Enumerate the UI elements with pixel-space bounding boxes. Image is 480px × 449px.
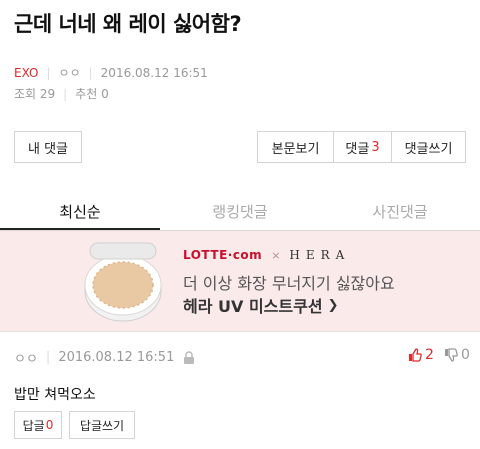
tab-ranking-label: 랭킹댓글 — [212, 202, 268, 221]
comment-date: 2016.08.12 16:51 — [58, 350, 175, 365]
ad-product-link[interactable]: 헤라 UV 미스트쿠션 ❯ — [183, 293, 338, 317]
tab-photo-label: 사진댓글 — [372, 202, 428, 221]
meta-divider: | — [45, 350, 51, 365]
view-post-button[interactable]: 본문보기 — [257, 131, 334, 163]
comment-author: ㅇㅇ — [14, 352, 38, 367]
write-reply-label: 답글쓰기 — [79, 418, 125, 433]
brand-separator: × — [271, 248, 281, 262]
tab-photo[interactable]: 사진댓글 — [320, 192, 480, 230]
hera-logo: HERA — [289, 248, 351, 262]
ad-banner[interactable]: LOTTE·com × HERA 더 이상 화장 무너지기 싫잖아요 헤라 UV… — [0, 231, 480, 332]
tab-latest[interactable]: 최신순 — [0, 192, 160, 230]
ad-brand-row: LOTTE·com × HERA — [183, 248, 350, 262]
post-stats: 조회 29 | 추천 0 — [14, 85, 109, 102]
view-post-label: 본문보기 — [271, 141, 320, 157]
post-author: ㅇㅇ — [58, 66, 81, 80]
thumbs-up-icon — [409, 348, 422, 362]
comments-button[interactable]: 댓글 3 — [333, 131, 392, 163]
post-meta: EXO | ㅇㅇ | 2016.08.12 16:51 — [14, 64, 208, 81]
meta-divider: | — [88, 65, 93, 80]
comment-text: 밥만 쳐먹오소 — [14, 387, 96, 403]
ad-product-name: 헤라 UV 미스트쿠션 — [183, 297, 323, 316]
write-reply-button[interactable]: 답글쓰기 — [69, 411, 135, 439]
post-likes: 추천 0 — [75, 87, 109, 101]
post-category[interactable]: EXO — [14, 66, 38, 80]
active-tab-indicator — [0, 228, 160, 230]
downvote-count: 0 — [461, 347, 470, 363]
comment-tabs: 최신순 랭킹댓글 사진댓글 — [0, 192, 480, 231]
thumbs-down-icon — [445, 348, 458, 362]
reply-button[interactable]: 답글 0 — [14, 411, 62, 439]
cushion-compact-image — [84, 242, 162, 322]
meta-divider: | — [63, 86, 68, 101]
meta-divider: | — [46, 65, 51, 80]
comments-label: 댓글 — [345, 141, 370, 157]
my-comments-label: 내 댓글 — [27, 141, 68, 157]
reply-count: 0 — [45, 418, 54, 432]
ad-headline: 더 이상 화장 무너지기 싫잖아요 — [183, 274, 395, 293]
lotte-logo: LOTTE·com — [183, 248, 263, 262]
chevron-right-icon: ❯ — [327, 297, 339, 313]
comments-count: 3 — [371, 139, 380, 155]
post-title: 근데 너네 왜 레이 싫어함? — [14, 12, 242, 36]
upvote-count: 2 — [425, 347, 434, 363]
comment-meta: ㅇㅇ | 2016.08.12 16:51 — [14, 348, 195, 367]
reply-label: 답글 — [22, 418, 45, 433]
tab-ranking[interactable]: 랭킹댓글 — [160, 192, 320, 230]
write-comment-button[interactable]: 댓글쓰기 — [391, 131, 466, 163]
tab-latest-label: 최신순 — [59, 202, 101, 221]
post-date: 2016.08.12 16:51 — [100, 65, 208, 80]
upvote-button[interactable]: 2 — [408, 347, 434, 363]
downvote-button[interactable]: 0 — [444, 347, 470, 363]
write-comment-label: 댓글쓰기 — [404, 141, 453, 157]
lock-icon[interactable] — [183, 350, 195, 365]
my-comments-button[interactable]: 내 댓글 — [14, 131, 82, 163]
post-views: 조회 29 — [14, 87, 56, 101]
